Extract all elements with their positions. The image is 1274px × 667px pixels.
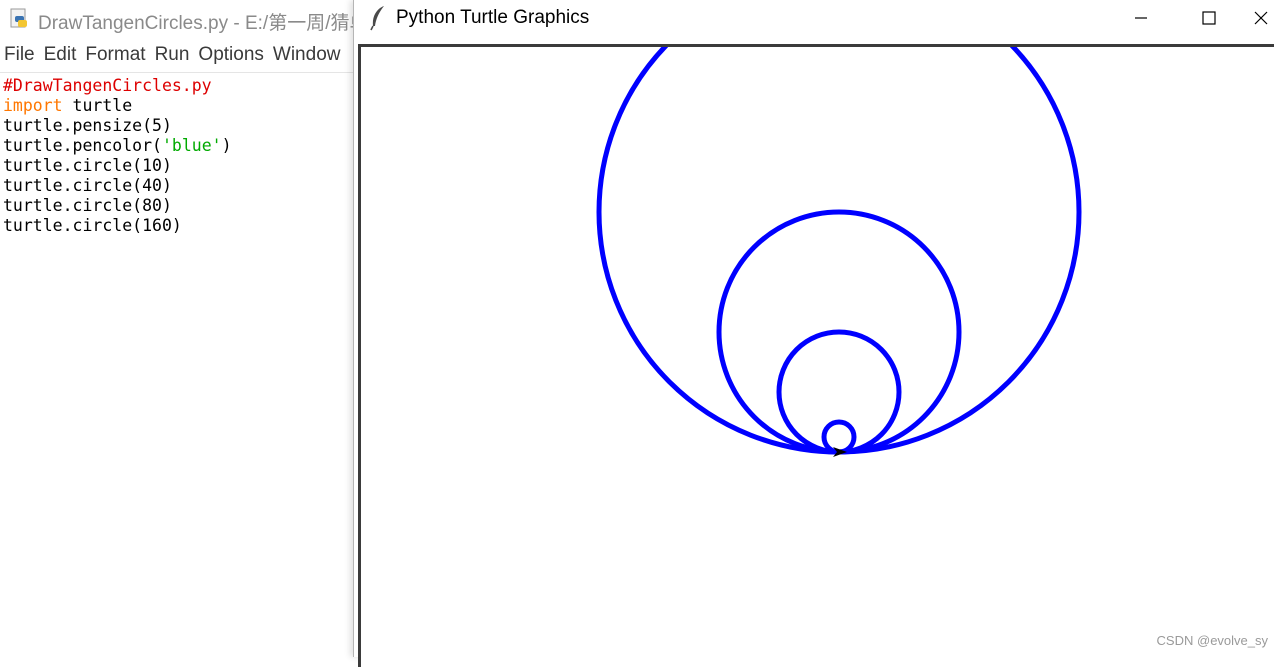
maximize-icon xyxy=(1202,11,1216,25)
turtle-window-title: Python Turtle Graphics xyxy=(396,7,590,28)
python-file-icon xyxy=(10,8,27,28)
circle-r160 xyxy=(596,47,1082,455)
turtle-title-bar[interactable]: Python Turtle Graphics xyxy=(354,0,1274,40)
editor-window-title: DrawTangenCircles.py - E:/第一周/猜单 xyxy=(38,13,356,34)
circle-r40 xyxy=(776,329,902,455)
code-line: #DrawTangenCircles.py xyxy=(3,76,232,96)
code-text: turtle.circle(40) xyxy=(3,176,172,195)
code-line: turtle.pencolor('blue') xyxy=(3,136,232,156)
menu-edit[interactable]: Edit xyxy=(44,40,77,66)
watermark-text: CSDN @evolve_sy xyxy=(1156,633,1268,648)
menu-run[interactable]: Run xyxy=(155,40,190,66)
menu-window[interactable]: Window xyxy=(273,40,341,66)
code-line: turtle.pensize(5) xyxy=(3,116,232,136)
code-line: turtle.circle(10) xyxy=(3,156,232,176)
menu-file[interactable]: File xyxy=(4,40,35,66)
code-text: ) xyxy=(221,136,232,155)
circle-r10 xyxy=(821,419,857,455)
code-line: turtle.circle(80) xyxy=(3,196,232,216)
editor-menu-bar: File Edit Format Run Options Window xyxy=(0,40,356,73)
code-line: turtle.circle(160) xyxy=(3,216,232,236)
code-text: turtle.pencolor( xyxy=(3,136,162,155)
menu-options[interactable]: Options xyxy=(198,40,263,66)
code-text: turtle.pensize(5) xyxy=(3,116,172,135)
code-text: turtle.circle(80) xyxy=(3,196,172,215)
code-editor[interactable]: #DrawTangenCircles.py import turtle turt… xyxy=(3,76,232,236)
menu-format[interactable]: Format xyxy=(85,40,145,66)
editor-title-bar[interactable]: DrawTangenCircles.py - E:/第一周/猜单 xyxy=(0,0,356,38)
turtle-canvas-frame xyxy=(358,44,1274,667)
idle-editor-window: DrawTangenCircles.py - E:/第一周/猜单 File Edi… xyxy=(0,0,356,657)
code-text: turtle.circle(160) xyxy=(3,216,182,235)
turtle-canvas[interactable] xyxy=(361,47,1274,667)
minimize-button[interactable] xyxy=(1118,0,1164,36)
close-button[interactable] xyxy=(1254,0,1274,36)
code-text: turtle xyxy=(62,96,133,115)
code-text: turtle.circle(10) xyxy=(3,156,172,175)
code-line: import turtle xyxy=(3,96,232,116)
maximize-button[interactable] xyxy=(1186,0,1232,36)
code-line: turtle.circle(40) xyxy=(3,176,232,196)
feather-icon xyxy=(370,6,384,31)
code-string: 'blue' xyxy=(161,136,222,155)
turtle-graphics-window: Python Turtle Graphics CSDN @evolve_sy xyxy=(353,0,1274,667)
minimize-icon xyxy=(1135,17,1147,19)
close-icon xyxy=(1254,11,1268,25)
code-comment: #DrawTangenCircles.py xyxy=(3,76,212,95)
code-keyword: import xyxy=(3,96,63,115)
